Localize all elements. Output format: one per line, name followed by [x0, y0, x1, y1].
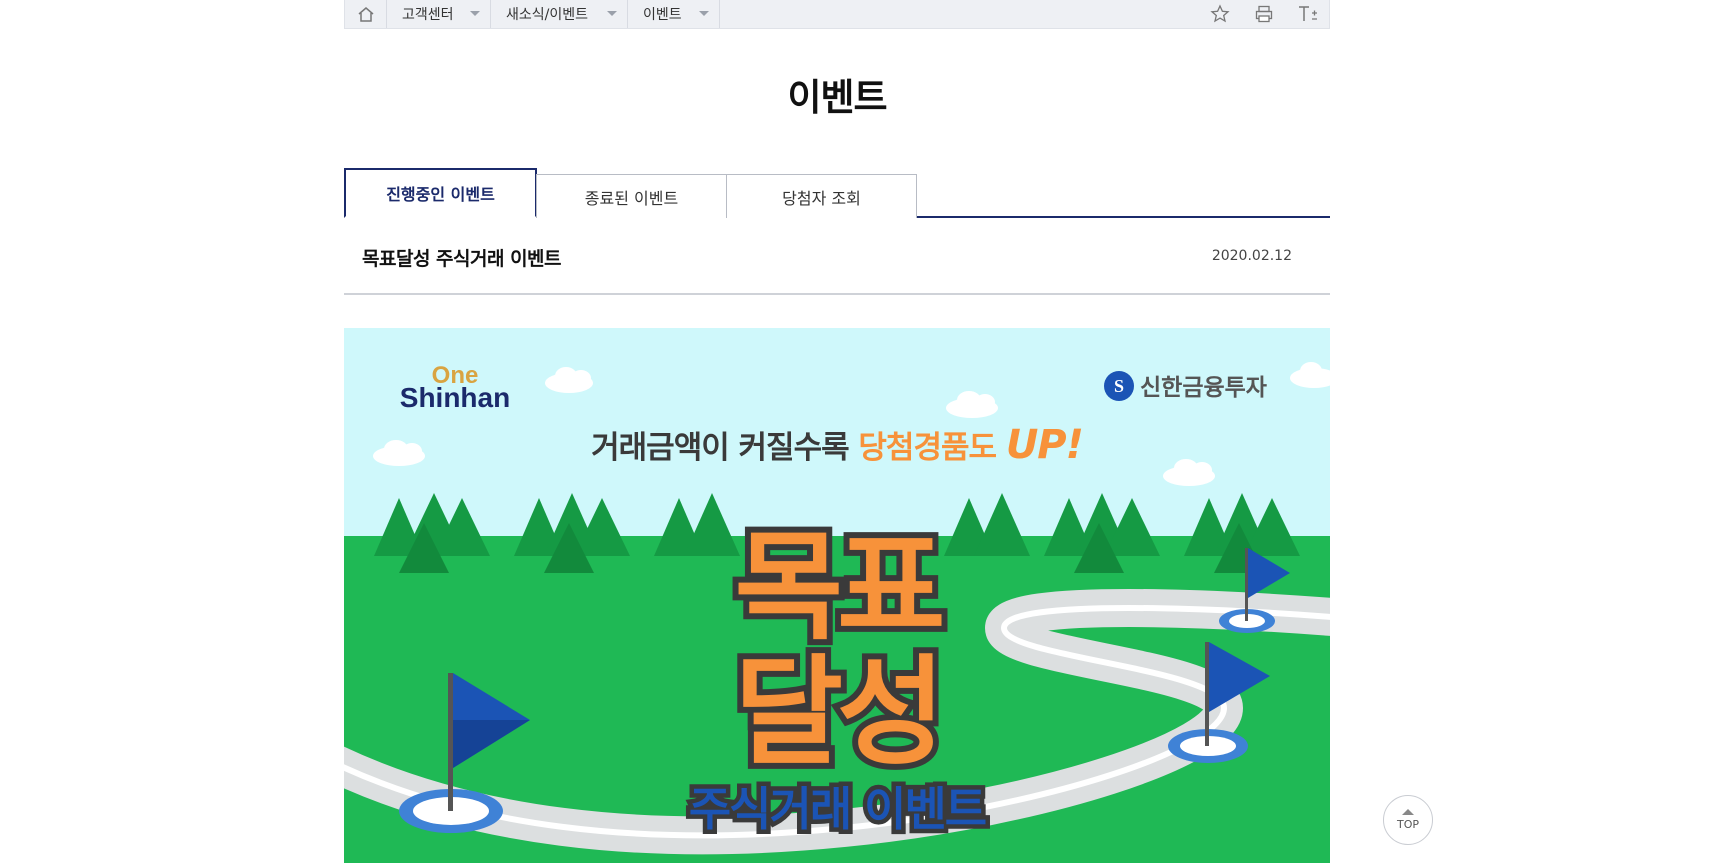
post-header: 목표달성 주식거래 이벤트 2020.02.12 — [344, 216, 1330, 295]
post-title: 목표달성 주식거래 이벤트 — [362, 248, 562, 270]
chevron-down-icon — [699, 11, 709, 16]
page-tools — [1209, 0, 1319, 28]
content-wrapper: 고객센터 새소식/이벤트 이벤트 이벤트 진행중인 이벤트 종료된 이벤트 당첨… — [344, 0, 1330, 863]
tab-ongoing-events[interactable]: 진행중인 이벤트 — [344, 168, 537, 218]
event-banner-illustration: One Shinhan S 신한금융투자 거래금액이 커질수록 당첨경품도 UP… — [344, 328, 1330, 863]
post-date: 2020.02.12 — [1211, 248, 1292, 264]
event-banner: One Shinhan S 신한금융투자 거래금액이 커질수록 당첨경품도 UP… — [344, 328, 1330, 863]
chevron-down-icon — [607, 11, 617, 16]
one-shinhan-logo-bottom: Shinhan — [400, 382, 510, 413]
breadcrumb-label: 고객센터 — [402, 7, 454, 23]
brand-name: 신한금융투자 — [1140, 375, 1267, 401]
breadcrumb-item-events[interactable]: 이벤트 — [628, 0, 720, 28]
breadcrumb-item-customer-center[interactable]: 고객센터 — [387, 0, 491, 28]
banner-subtitle: 주식거래 이벤트 — [689, 782, 986, 836]
tab-ended-events[interactable]: 종료된 이벤트 — [536, 174, 727, 218]
home-icon — [358, 6, 373, 22]
tab-winner-lookup[interactable]: 당첨자 조회 — [726, 174, 917, 218]
headline-part2: 당첨경품도 — [858, 430, 1005, 466]
headline-part3: UP! — [1006, 422, 1083, 468]
arrow-up-icon — [1402, 809, 1414, 815]
event-tabs: 진행중인 이벤트 종료된 이벤트 당첨자 조회 — [344, 167, 1330, 218]
big-title-line2: 달성 — [734, 643, 939, 781]
chevron-down-icon — [470, 11, 480, 16]
breadcrumb: 고객센터 새소식/이벤트 이벤트 — [344, 0, 1330, 29]
home-button[interactable] — [345, 0, 387, 28]
scroll-top-button[interactable]: TOP — [1383, 795, 1433, 845]
big-title-line1: 목표 — [734, 518, 942, 656]
breadcrumb-label: 새소식/이벤트 — [506, 7, 588, 23]
page-title: 이벤트 — [787, 76, 887, 119]
top-label: TOP — [1396, 818, 1419, 831]
headline-part1: 거래금액이 커질수록 — [591, 430, 858, 466]
star-icon[interactable] — [1209, 3, 1231, 25]
breadcrumb-label: 이벤트 — [643, 7, 682, 23]
breadcrumb-item-news-events[interactable]: 새소식/이벤트 — [491, 0, 628, 28]
print-icon[interactable] — [1253, 3, 1275, 25]
svg-text:S: S — [1114, 376, 1124, 396]
font-size-icon[interactable] — [1297, 3, 1319, 25]
